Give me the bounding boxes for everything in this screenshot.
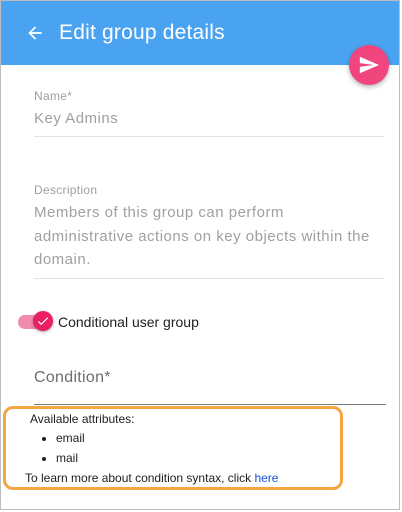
- send-button[interactable]: [349, 45, 389, 85]
- check-icon: [37, 317, 49, 326]
- hint-heading: Available attributes:: [30, 412, 135, 426]
- attribute-item: email: [56, 431, 85, 445]
- learn-more-label: To learn more about condition syntax, cl…: [25, 471, 255, 485]
- back-button[interactable]: [23, 21, 47, 45]
- description-field[interactable]: Description Members of this group can pe…: [34, 183, 384, 272]
- page-title: Edit group details: [59, 21, 225, 44]
- arrow-left-icon: [28, 26, 42, 40]
- name-value: Key Admins: [34, 110, 119, 127]
- learn-more-link[interactable]: here: [254, 471, 278, 485]
- conditional-group-label: Conditional user group: [58, 314, 199, 330]
- toggle-thumb: [33, 311, 53, 331]
- name-label: Name*: [34, 89, 73, 103]
- condition-input[interactable]: [34, 404, 386, 405]
- edit-group-dialog: Edit group details Name* Key Admins Desc…: [0, 0, 400, 510]
- description-value: Members of this group can perform admini…: [34, 204, 370, 268]
- name-field[interactable]: Name* Key Admins: [34, 89, 384, 131]
- description-label: Description: [34, 183, 98, 197]
- app-bar: Edit group details: [1, 1, 399, 65]
- conditional-group-toggle[interactable]: Conditional user group: [18, 311, 199, 331]
- attribute-list: email mail: [18, 431, 85, 471]
- attributes-hint: Available attributes: email mail To lear…: [3, 406, 343, 490]
- toggle-track: [18, 311, 53, 331]
- name-divider: [34, 136, 384, 137]
- attribute-item: mail: [56, 451, 85, 465]
- condition-label: Condition*: [34, 369, 111, 386]
- send-icon: [359, 56, 380, 74]
- description-divider: [34, 278, 384, 279]
- learn-more-text: To learn more about condition syntax, cl…: [25, 471, 278, 485]
